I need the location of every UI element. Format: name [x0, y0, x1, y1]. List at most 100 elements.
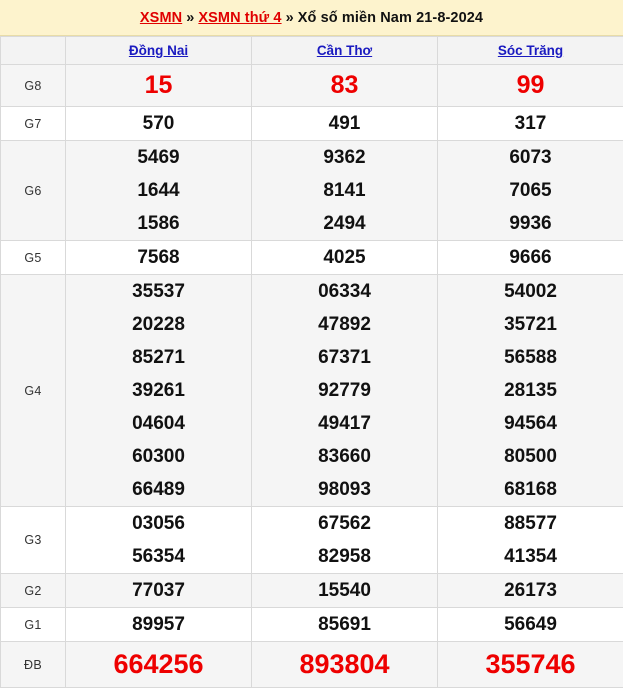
- prize-number: 41354: [504, 546, 557, 567]
- prize-number: 67371: [318, 347, 371, 368]
- prize-number: 355746: [485, 649, 576, 679]
- breadcrumb-current-page: Xổ số miền Nam 21-8-2024: [297, 9, 484, 26]
- prize-label-g1: G1: [0, 607, 66, 642]
- table-header-row: Đồng Nai Cần Thơ Sóc Trăng: [0, 36, 623, 65]
- header-province-1: Cần Thơ: [251, 36, 438, 65]
- prize-cell-g3-soc-trang: 88577 41354: [437, 506, 623, 574]
- prize-number: 39261: [132, 380, 185, 401]
- lottery-results-page: XSMN » XSMN thứ 4 » Xổ số miền Nam 21-8-…: [0, 0, 623, 691]
- prize-number: 54002: [504, 281, 557, 302]
- prize-cell-g5-can-tho: 4025: [251, 240, 438, 275]
- prize-cell-g1-soc-trang: 56649: [437, 607, 623, 642]
- prize-cell-g8-can-tho: 83: [251, 64, 438, 107]
- prize-cell-g7-soc-trang: 317: [437, 106, 623, 141]
- prize-number: 80500: [504, 446, 557, 467]
- prize-number: 98093: [318, 479, 371, 500]
- province-link-soc-trang[interactable]: Sóc Trăng: [498, 43, 563, 58]
- table-row-g3: G3 03056 56354 67562 82958 88577 41354: [0, 506, 623, 574]
- prize-number: 35721: [504, 314, 557, 335]
- breadcrumb-link-xsmn-thu-4[interactable]: XSMN thứ 4: [198, 10, 281, 26]
- prize-cell-g2-dong-nai: 77037: [65, 573, 252, 608]
- prize-number: 9362: [323, 147, 366, 168]
- table-row-g5: G5 7568 4025 9666: [0, 240, 623, 275]
- breadcrumb-separator-1: »: [186, 9, 195, 26]
- prize-number: 9936: [509, 213, 552, 234]
- prize-cell-g3-dong-nai: 03056 56354: [65, 506, 252, 574]
- prize-number: 2494: [323, 213, 366, 234]
- prize-number: 92779: [318, 380, 371, 401]
- table-row-g6: G6 5469 1644 1586 9362 8141 2494 6073 7065 9936: [0, 140, 623, 241]
- province-link-can-tho[interactable]: Cần Thơ: [317, 43, 372, 58]
- prize-number: 89957: [132, 614, 185, 635]
- prize-cell-g2-can-tho: 15540: [251, 573, 438, 608]
- table-row-g4: G4 35537 20228 85271 39261 04604 60300 66489 063…: [0, 274, 623, 507]
- prize-number: 85271: [132, 347, 185, 368]
- prize-number: 6073: [509, 147, 552, 168]
- prize-number: 66489: [132, 479, 185, 500]
- prize-number: 47892: [318, 314, 371, 335]
- prize-number: 60300: [132, 446, 185, 467]
- prize-number: 49417: [318, 413, 371, 434]
- prize-label-g6: G6: [0, 140, 66, 241]
- prize-label-db: ĐB: [0, 641, 66, 688]
- prize-number: 20228: [132, 314, 185, 335]
- prize-number: 56588: [504, 347, 557, 368]
- prize-number: 8141: [323, 180, 366, 201]
- prize-cell-g4-dong-nai: 35537 20228 85271 39261 04604 60300 66489: [65, 274, 252, 507]
- prize-number: 85691: [318, 614, 371, 635]
- breadcrumb-separator-2: »: [285, 9, 294, 26]
- prize-number: 88577: [504, 513, 557, 534]
- prize-number: 03056: [132, 513, 185, 534]
- prize-number: 9666: [509, 247, 552, 268]
- prize-cell-g2-soc-trang: 26173: [437, 573, 623, 608]
- header-province-0: Đồng Nai: [65, 36, 252, 65]
- prize-number: 893804: [299, 649, 390, 679]
- prize-number: 5469: [137, 147, 180, 168]
- prize-number: 491: [328, 113, 361, 134]
- prize-cell-db-dong-nai: 664256: [65, 641, 252, 688]
- prize-cell-g1-dong-nai: 89957: [65, 607, 252, 642]
- header-province-2: Sóc Trăng: [437, 36, 623, 65]
- prize-cell-g3-can-tho: 67562 82958: [251, 506, 438, 574]
- prize-cell-g6-soc-trang: 6073 7065 9936: [437, 140, 623, 241]
- prize-cell-g5-dong-nai: 7568: [65, 240, 252, 275]
- prize-number: 67562: [318, 513, 371, 534]
- lottery-results-table: Đồng Nai Cần Thơ Sóc Trăng G8 15 83 99 G7 570…: [0, 36, 623, 688]
- prize-cell-g4-can-tho: 06334 47892 67371 92779 49417 83660 98093: [251, 274, 438, 507]
- table-row-g7: G7 570 491 317: [0, 106, 623, 141]
- prize-label-g5: G5: [0, 240, 66, 275]
- prize-label-g8: G8: [0, 64, 66, 107]
- prize-number: 68168: [504, 479, 557, 500]
- prize-label-g3: G3: [0, 506, 66, 574]
- prize-label-g4: G4: [0, 274, 66, 507]
- province-link-dong-nai[interactable]: Đồng Nai: [129, 43, 188, 58]
- table-row-g1: G1 89957 85691 56649: [0, 607, 623, 642]
- prize-number: 664256: [113, 649, 204, 679]
- prize-cell-g1-can-tho: 85691: [251, 607, 438, 642]
- prize-cell-db-can-tho: 893804: [251, 641, 438, 688]
- prize-number: 94564: [504, 413, 557, 434]
- prize-number: 317: [514, 113, 547, 134]
- prize-number: 7568: [137, 247, 180, 268]
- prize-number: 28135: [504, 380, 557, 401]
- prize-number: 4025: [323, 247, 366, 268]
- prize-number: 15540: [318, 580, 371, 601]
- prize-number: 35537: [132, 281, 185, 302]
- prize-cell-g8-soc-trang: 99: [437, 64, 623, 107]
- prize-number: 83: [330, 71, 359, 99]
- prize-number: 570: [142, 113, 175, 134]
- prize-number: 04604: [132, 413, 185, 434]
- prize-cell-g7-dong-nai: 570: [65, 106, 252, 141]
- prize-number: 1644: [137, 180, 180, 201]
- breadcrumb: XSMN » XSMN thứ 4 » Xổ số miền Nam 21-8-…: [0, 0, 623, 36]
- prize-cell-g7-can-tho: 491: [251, 106, 438, 141]
- prize-label-g7: G7: [0, 106, 66, 141]
- table-body: G8 15 83 99 G7 570 491 317 G6 5469 1644 1586 9362 814…: [0, 64, 623, 688]
- prize-number: 15: [144, 71, 173, 99]
- prize-label-g2: G2: [0, 573, 66, 608]
- prize-cell-g6-dong-nai: 5469 1644 1586: [65, 140, 252, 241]
- prize-cell-g8-dong-nai: 15: [65, 64, 252, 107]
- prize-number: 1586: [137, 213, 180, 234]
- prize-number: 56354: [132, 546, 185, 567]
- breadcrumb-link-xsmn[interactable]: XSMN: [140, 10, 182, 26]
